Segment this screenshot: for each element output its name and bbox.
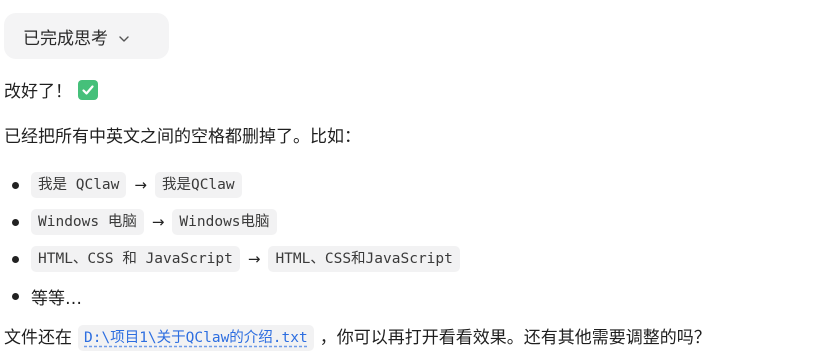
bullet-dot <box>12 255 19 263</box>
thinking-toggle-button[interactable]: 已完成思考 <box>4 13 169 59</box>
arrow-icon: → <box>134 176 147 194</box>
code-chip-before: HTML、CSS 和 JavaScript <box>31 246 240 272</box>
code-chip-after: HTML、CSS和JavaScript <box>268 246 460 272</box>
arrow-icon: → <box>247 250 261 268</box>
code-chip-before: 我是 QClaw <box>31 172 127 198</box>
file-prefix-text: 文件还在 <box>4 328 72 348</box>
check-mark-icon <box>78 80 98 100</box>
thinking-label: 已完成思考 <box>23 28 108 49</box>
intro-text: 已经把所有中英文之间的空格都删掉了。比如： <box>4 127 361 147</box>
bullet-dot <box>12 181 19 189</box>
greeting-text: 改好了！ <box>4 82 72 102</box>
file-path-link[interactable]: D:\项目1\关于QClaw的介绍.txt <box>78 325 314 351</box>
code-chip-after: 我是QClaw <box>154 172 242 198</box>
bullet-dot <box>12 218 19 226</box>
bullet-dot <box>12 292 19 300</box>
file-suffix-text: ，你可以再打开看看效果。还有其他需要调整的吗？ <box>319 328 711 348</box>
code-chip-before: Windows 电脑 <box>31 209 144 235</box>
file-location-line: 文件还在 D:\项目1\关于QClaw的介绍.txt ，你可以再打开看看效果。还… <box>4 325 711 351</box>
code-chip-after: Windows电脑 <box>172 209 277 235</box>
etc-text: 等等… <box>31 288 82 309</box>
greeting-line: 改好了！ <box>4 80 98 104</box>
chevron-down-icon <box>118 30 130 42</box>
arrow-icon: → <box>151 213 165 231</box>
